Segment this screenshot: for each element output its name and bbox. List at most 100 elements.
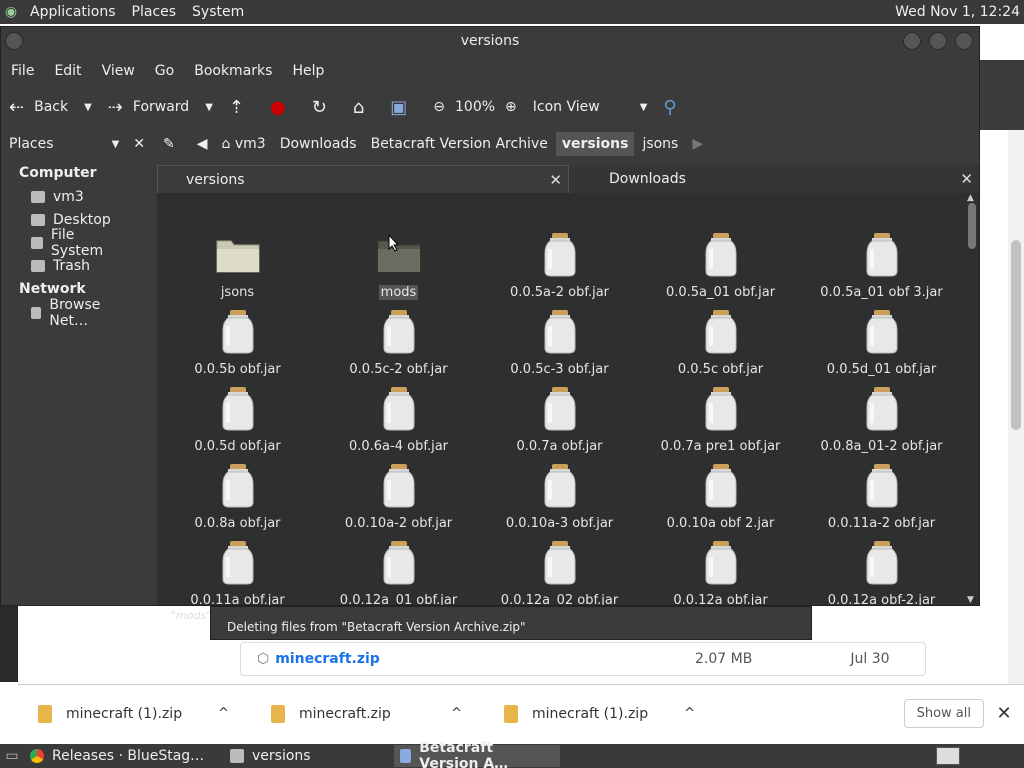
system-menu[interactable]: System <box>184 4 252 20</box>
menu-view[interactable]: View <box>92 63 145 79</box>
clock[interactable]: Wed Nov 1, 12:24 <box>895 4 1024 20</box>
tab-downloads[interactable]: Downloads ✕ <box>569 165 979 193</box>
breadcrumb-betacraft[interactable]: Betacraft Version Archive <box>365 132 554 156</box>
up-button[interactable]: ⇡ <box>221 92 262 122</box>
progress-dialog[interactable]: Deleting files from "Betacraft Version A… <box>210 606 812 640</box>
zoom-control[interactable]: ⊖ 100% ⊕ <box>425 92 525 122</box>
jar-file-icon <box>543 387 577 431</box>
applications-menu[interactable]: Applications <box>22 4 124 20</box>
file-item[interactable]: 0.0.10a obf 2.jar <box>640 458 801 535</box>
reload-button[interactable]: ↻ <box>304 92 345 122</box>
path-left-arrow-icon[interactable]: ◀ <box>191 132 214 156</box>
workspace-switcher[interactable] <box>936 747 960 765</box>
file-item[interactable]: 0.0.7a pre1 obf.jar <box>640 381 801 458</box>
file-item[interactable]: 0.0.12a_01 obf.jar <box>318 535 479 605</box>
pane-tabs: versions ✕ Downloads ✕ <box>157 165 979 193</box>
computer-button[interactable]: ▣ <box>382 92 425 122</box>
close-tab-icon[interactable]: ✕ <box>960 165 973 193</box>
breadcrumb-downloads[interactable]: Downloads <box>274 132 363 156</box>
maximize-button[interactable] <box>955 32 973 50</box>
chevron-up-icon[interactable]: ^ <box>451 706 462 721</box>
shade-button[interactable] <box>903 32 921 50</box>
file-item[interactable]: 0.0.10a-3 obf.jar <box>479 458 640 535</box>
dropdown-arrow-icon[interactable]: ▼ <box>205 102 213 113</box>
file-item[interactable]: 0.0.7a obf.jar <box>479 381 640 458</box>
zoom-in-icon[interactable]: ⊕ <box>505 99 517 115</box>
sidebar-item-trash[interactable]: Trash <box>5 254 145 277</box>
menu-help[interactable]: Help <box>282 63 334 79</box>
file-item[interactable]: 0.0.5c obf.jar <box>640 304 801 381</box>
folder-item[interactable]: jsons <box>157 227 318 304</box>
browser-scrollbar[interactable] <box>1008 130 1024 690</box>
reload-icon: ↻ <box>311 96 327 118</box>
file-item[interactable]: 0.0.12a obf-2.jar <box>801 535 962 605</box>
chevron-up-icon[interactable]: ^ <box>218 706 229 721</box>
file-item[interactable]: 0.0.8a_01-2 obf.jar <box>801 381 962 458</box>
file-item[interactable]: 0.0.11a obf.jar <box>157 535 318 605</box>
shelf-item[interactable]: minecraft (1).zip ^ <box>484 685 717 743</box>
stop-button[interactable]: ● <box>262 92 304 122</box>
menu-bookmarks[interactable]: Bookmarks <box>184 63 282 79</box>
places-menu[interactable]: Places <box>124 4 185 20</box>
menu-file[interactable]: File <box>1 63 44 79</box>
menu-edit[interactable]: Edit <box>44 63 91 79</box>
file-item[interactable]: 0.0.5c-3 obf.jar <box>479 304 640 381</box>
download-list-item[interactable]: ⬡ minecraft.zip 2.07 MB Jul 30 <box>240 642 926 676</box>
show-all-button[interactable]: Show all <box>903 699 984 728</box>
chevron-up-icon[interactable]: ^ <box>684 706 695 721</box>
path-right-arrow-icon[interactable]: ▶ <box>686 132 709 156</box>
file-item[interactable]: 0.0.5a_01 obf 3.jar <box>801 227 962 304</box>
close-sidebar-icon[interactable]: ✕ <box>133 136 145 152</box>
view-mode-select[interactable]: Icon View ▼ <box>525 92 656 122</box>
shelf-item[interactable]: minecraft.zip ^ <box>251 685 484 743</box>
home-icon: ⌂ <box>221 136 235 152</box>
show-desktop-icon[interactable]: ▭ <box>0 748 24 764</box>
tab-versions[interactable]: versions ✕ <box>157 165 569 193</box>
taskbar-item-browser[interactable]: Releases · BlueStag… <box>24 745 220 767</box>
forward-button[interactable]: ⇢ Forward ▼ <box>100 92 221 122</box>
zoom-out-icon[interactable]: ⊖ <box>433 99 445 115</box>
file-item[interactable]: 0.0.5b obf.jar <box>157 304 318 381</box>
file-item[interactable]: 0.0.8a obf.jar <box>157 458 318 535</box>
file-name: 0.0.5c obf.jar <box>677 362 764 377</box>
dropdown-arrow-icon[interactable]: ▼ <box>112 139 120 150</box>
file-view-scrollbar[interactable]: ▼ ▲ <box>965 193 979 605</box>
desktop-icon <box>31 213 45 226</box>
breadcrumb-jsons[interactable]: jsons <box>636 132 684 156</box>
file-item[interactable]: 0.0.5c-2 obf.jar <box>318 304 479 381</box>
window-menu-button[interactable] <box>5 32 23 50</box>
sidebar-item-vm3[interactable]: vm3 <box>5 185 145 208</box>
sidebar-item-file-system[interactable]: File System <box>5 227 145 259</box>
file-item[interactable]: 0.0.5a-2 obf.jar <box>479 227 640 304</box>
shelf-item[interactable]: minecraft (1).zip ^ <box>18 685 251 743</box>
window-titlebar[interactable]: versions <box>1 27 979 55</box>
download-file-link[interactable]: minecraft.zip <box>275 651 380 667</box>
sidebar-selector[interactable]: Places <box>5 136 112 152</box>
file-item[interactable]: 0.0.6a-4 obf.jar <box>318 381 479 458</box>
close-tab-icon[interactable]: ✕ <box>549 166 562 194</box>
menu-go[interactable]: Go <box>145 63 184 79</box>
breadcrumb-versions[interactable]: versions <box>555 132 635 156</box>
home-button[interactable]: ⌂ <box>345 92 382 122</box>
file-name: 0.0.5a_01 obf.jar <box>665 285 776 300</box>
file-item[interactable]: 0.0.5a_01 obf.jar <box>640 227 801 304</box>
file-item[interactable]: 0.0.10a-2 obf.jar <box>318 458 479 535</box>
taskbar-item-versions[interactable]: versions <box>224 745 390 767</box>
dropdown-arrow-icon[interactable]: ▼ <box>84 102 92 113</box>
jar-file-icon <box>221 387 255 431</box>
taskbar-item-betacraft[interactable]: Betacraft Version A… <box>394 740 560 768</box>
jar-file-icon <box>543 310 577 354</box>
minimize-button[interactable] <box>929 32 947 50</box>
file-item[interactable]: 0.0.12a_02 obf.jar <box>479 535 640 605</box>
edit-location-icon[interactable]: ✎ <box>157 132 181 156</box>
file-item[interactable]: 0.0.12a obf.jar <box>640 535 801 605</box>
file-item[interactable]: 0.0.5d obf.jar <box>157 381 318 458</box>
back-button[interactable]: ⇠ Back ▼ <box>1 92 100 122</box>
sidebar-item-browse-network[interactable]: Browse Net… <box>5 297 145 329</box>
distro-logo-icon[interactable]: ◉ <box>0 4 22 20</box>
breadcrumb-vm3[interactable]: ⌂ vm3 <box>216 132 272 156</box>
file-item[interactable]: 0.0.11a-2 obf.jar <box>801 458 962 535</box>
search-button[interactable]: ⚲ <box>655 92 694 122</box>
close-icon[interactable]: ✕ <box>984 703 1024 724</box>
file-item[interactable]: 0.0.5d_01 obf.jar <box>801 304 962 381</box>
